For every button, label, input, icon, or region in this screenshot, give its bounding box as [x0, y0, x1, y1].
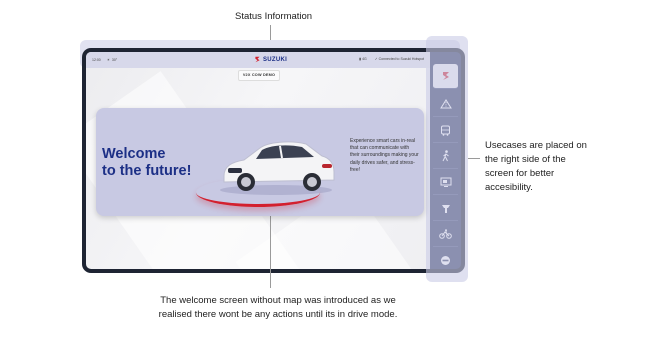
- brand-name: SUZUKI: [263, 56, 288, 63]
- status-leader-line: [270, 25, 271, 40]
- network-indicator: ▮ 4G: [359, 57, 367, 61]
- welcome-leader-line: [270, 216, 271, 288]
- infotainment-device: 12:00 ☀ 30° SUZUKI ▮ 4G ✓ Connected to S…: [82, 48, 465, 273]
- weather-widget: ☀ 30°: [107, 58, 117, 62]
- status-bar: 12:00 ☀ 30° SUZUKI ▮ 4G ✓ Connected to S…: [86, 52, 430, 68]
- network-label: 4G: [362, 57, 367, 61]
- welcome-title-line1: Welcome: [102, 146, 166, 162]
- connection-label: Connected to Suzuki Hotspot: [378, 57, 424, 61]
- welcome-description: Experience smart cars in-real that can c…: [350, 138, 419, 173]
- usecase-area-highlight: [426, 36, 468, 282]
- welcome-card: Welcome to the future! Experience smart …: [96, 108, 424, 216]
- infotainment-screen: 12:00 ☀ 30° SUZUKI ▮ 4G ✓ Connected to S…: [86, 52, 430, 269]
- welcome-annotation: The welcome screen without map was intro…: [158, 294, 398, 322]
- suzuki-s-icon: [255, 56, 260, 63]
- weather-temp: 30°: [111, 58, 118, 62]
- usecase-annotation: Usecases are placed on the right side of…: [485, 139, 635, 195]
- usecase-annotation-line2: the right side of the: [485, 154, 566, 165]
- welcome-title-line2: to the future!: [102, 163, 192, 179]
- check-icon: ✓: [374, 57, 378, 61]
- clock-time: 12:00: [92, 58, 101, 62]
- car-illustration: [220, 141, 335, 195]
- brand-logo: SUZUKI: [254, 56, 287, 63]
- status-right: ▮ 4G ✓ Connected to Suzuki Hotspot: [359, 57, 424, 61]
- usecase-leader-line: [468, 158, 480, 159]
- welcome-annotation-line2: realised there wont be any actions until…: [158, 309, 398, 320]
- usecase-annotation-line4: accesibility.: [485, 182, 533, 193]
- usecase-annotation-line1: Usecases are placed on: [485, 140, 587, 151]
- usecase-annotation-line3: screen for better: [485, 168, 555, 179]
- welcome-title: Welcome to the future!: [102, 146, 202, 180]
- connection-status[interactable]: ✓ Connected to Suzuki Hotspot: [375, 57, 424, 61]
- sun-icon: ☀: [106, 58, 110, 62]
- demo-tag: V2X COW DEMO: [238, 70, 280, 81]
- car-image: [210, 128, 342, 198]
- welcome-annotation-line1: The welcome screen without map was intro…: [160, 295, 396, 306]
- signal-icon: ▮: [359, 57, 362, 61]
- status-annotation: Status Information: [235, 11, 313, 22]
